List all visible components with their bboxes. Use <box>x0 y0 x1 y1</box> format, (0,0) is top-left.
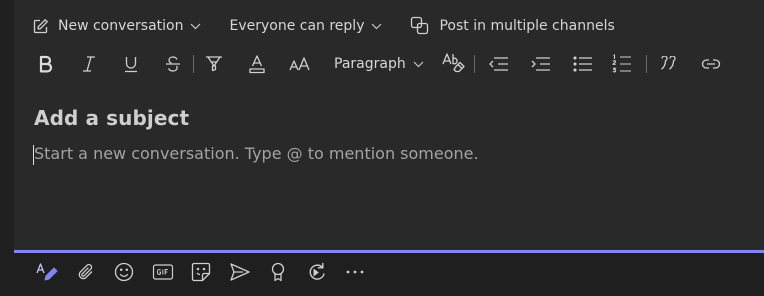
paragraph-style-dropdown[interactable]: Paragraph <box>334 50 424 78</box>
sticker-button[interactable] <box>182 258 221 286</box>
highlighter-icon <box>204 54 224 74</box>
clear-formatting-icon <box>442 53 466 75</box>
bulleted-list-button[interactable] <box>569 50 597 78</box>
highlight-button[interactable] <box>200 50 228 78</box>
sticker-icon <box>191 262 211 282</box>
clear-formatting-button[interactable] <box>440 50 468 78</box>
gif-icon <box>152 263 174 281</box>
chevron-down-icon <box>190 23 201 30</box>
font-size-button[interactable] <box>286 50 314 78</box>
bold-button[interactable] <box>32 50 60 78</box>
increase-indent-button[interactable] <box>527 50 555 78</box>
send-arrow-icon <box>229 262 251 282</box>
post-multiple-channels-button[interactable]: Post in multiple channels <box>410 14 615 38</box>
link-icon <box>701 58 721 70</box>
schedule-meeting-button[interactable] <box>221 258 260 286</box>
strikethrough-button[interactable] <box>159 50 187 78</box>
message-body-field[interactable]: Start a new conversation. Type @ to ment… <box>34 144 479 163</box>
badge-ribbon-icon <box>269 262 287 282</box>
strikethrough-icon <box>164 55 182 73</box>
decrease-indent-button[interactable] <box>485 50 513 78</box>
multiple-channels-icon <box>410 16 430 36</box>
praise-button[interactable] <box>259 258 298 286</box>
quote-button[interactable] <box>655 50 683 78</box>
font-size-icon <box>289 56 311 72</box>
chevron-down-icon <box>371 23 382 30</box>
subject-field[interactable]: Add a subject <box>34 106 189 130</box>
chevron-down-icon <box>413 61 424 68</box>
loop-icon <box>307 262 327 282</box>
focus-accent-bar <box>14 250 764 253</box>
toolbar-divider <box>473 55 475 73</box>
numbered-list-icon <box>612 54 632 74</box>
toolbar-divider <box>645 55 647 73</box>
bold-icon <box>38 55 54 73</box>
font-color-button[interactable] <box>243 50 271 78</box>
italic-button[interactable] <box>75 50 103 78</box>
new-conversation-dropdown[interactable]: New conversation <box>32 14 201 38</box>
compose-area: New conversation Everyone can reply Post… <box>14 0 764 250</box>
loop-component-button[interactable] <box>298 258 337 286</box>
increase-indent-icon <box>531 56 551 72</box>
insert-link-button[interactable] <box>697 50 725 78</box>
toolbar-divider <box>193 55 194 73</box>
underline-icon <box>123 55 139 73</box>
format-pen-icon <box>36 262 58 282</box>
compose-actions-toolbar <box>28 258 375 286</box>
ellipsis-icon <box>346 270 364 274</box>
new-conversation-label: New conversation <box>58 18 184 34</box>
gif-button[interactable] <box>144 258 183 286</box>
paperclip-icon <box>77 263 95 281</box>
underline-button[interactable] <box>117 50 145 78</box>
italic-icon <box>81 55 97 73</box>
font-color-icon <box>248 54 266 74</box>
compose-edit-icon <box>32 18 49 35</box>
emoji-icon <box>114 262 134 282</box>
more-options-button[interactable] <box>336 258 375 286</box>
decrease-indent-icon <box>488 56 509 72</box>
format-toggle-button[interactable] <box>28 258 67 286</box>
formatting-toolbar: Paragraph <box>32 50 725 78</box>
reply-setting-label: Everyone can reply <box>229 18 365 34</box>
emoji-button[interactable] <box>105 258 144 286</box>
reply-setting-dropdown[interactable]: Everyone can reply <box>229 14 382 38</box>
compose-top-toolbar: New conversation Everyone can reply Post… <box>32 14 615 38</box>
paragraph-style-label: Paragraph <box>334 56 406 72</box>
bulleted-list-icon <box>573 56 593 72</box>
quote-icon <box>660 56 678 72</box>
post-multiple-label: Post in multiple channels <box>439 18 615 34</box>
attach-file-button[interactable] <box>67 258 106 286</box>
numbered-list-button[interactable] <box>608 50 636 78</box>
